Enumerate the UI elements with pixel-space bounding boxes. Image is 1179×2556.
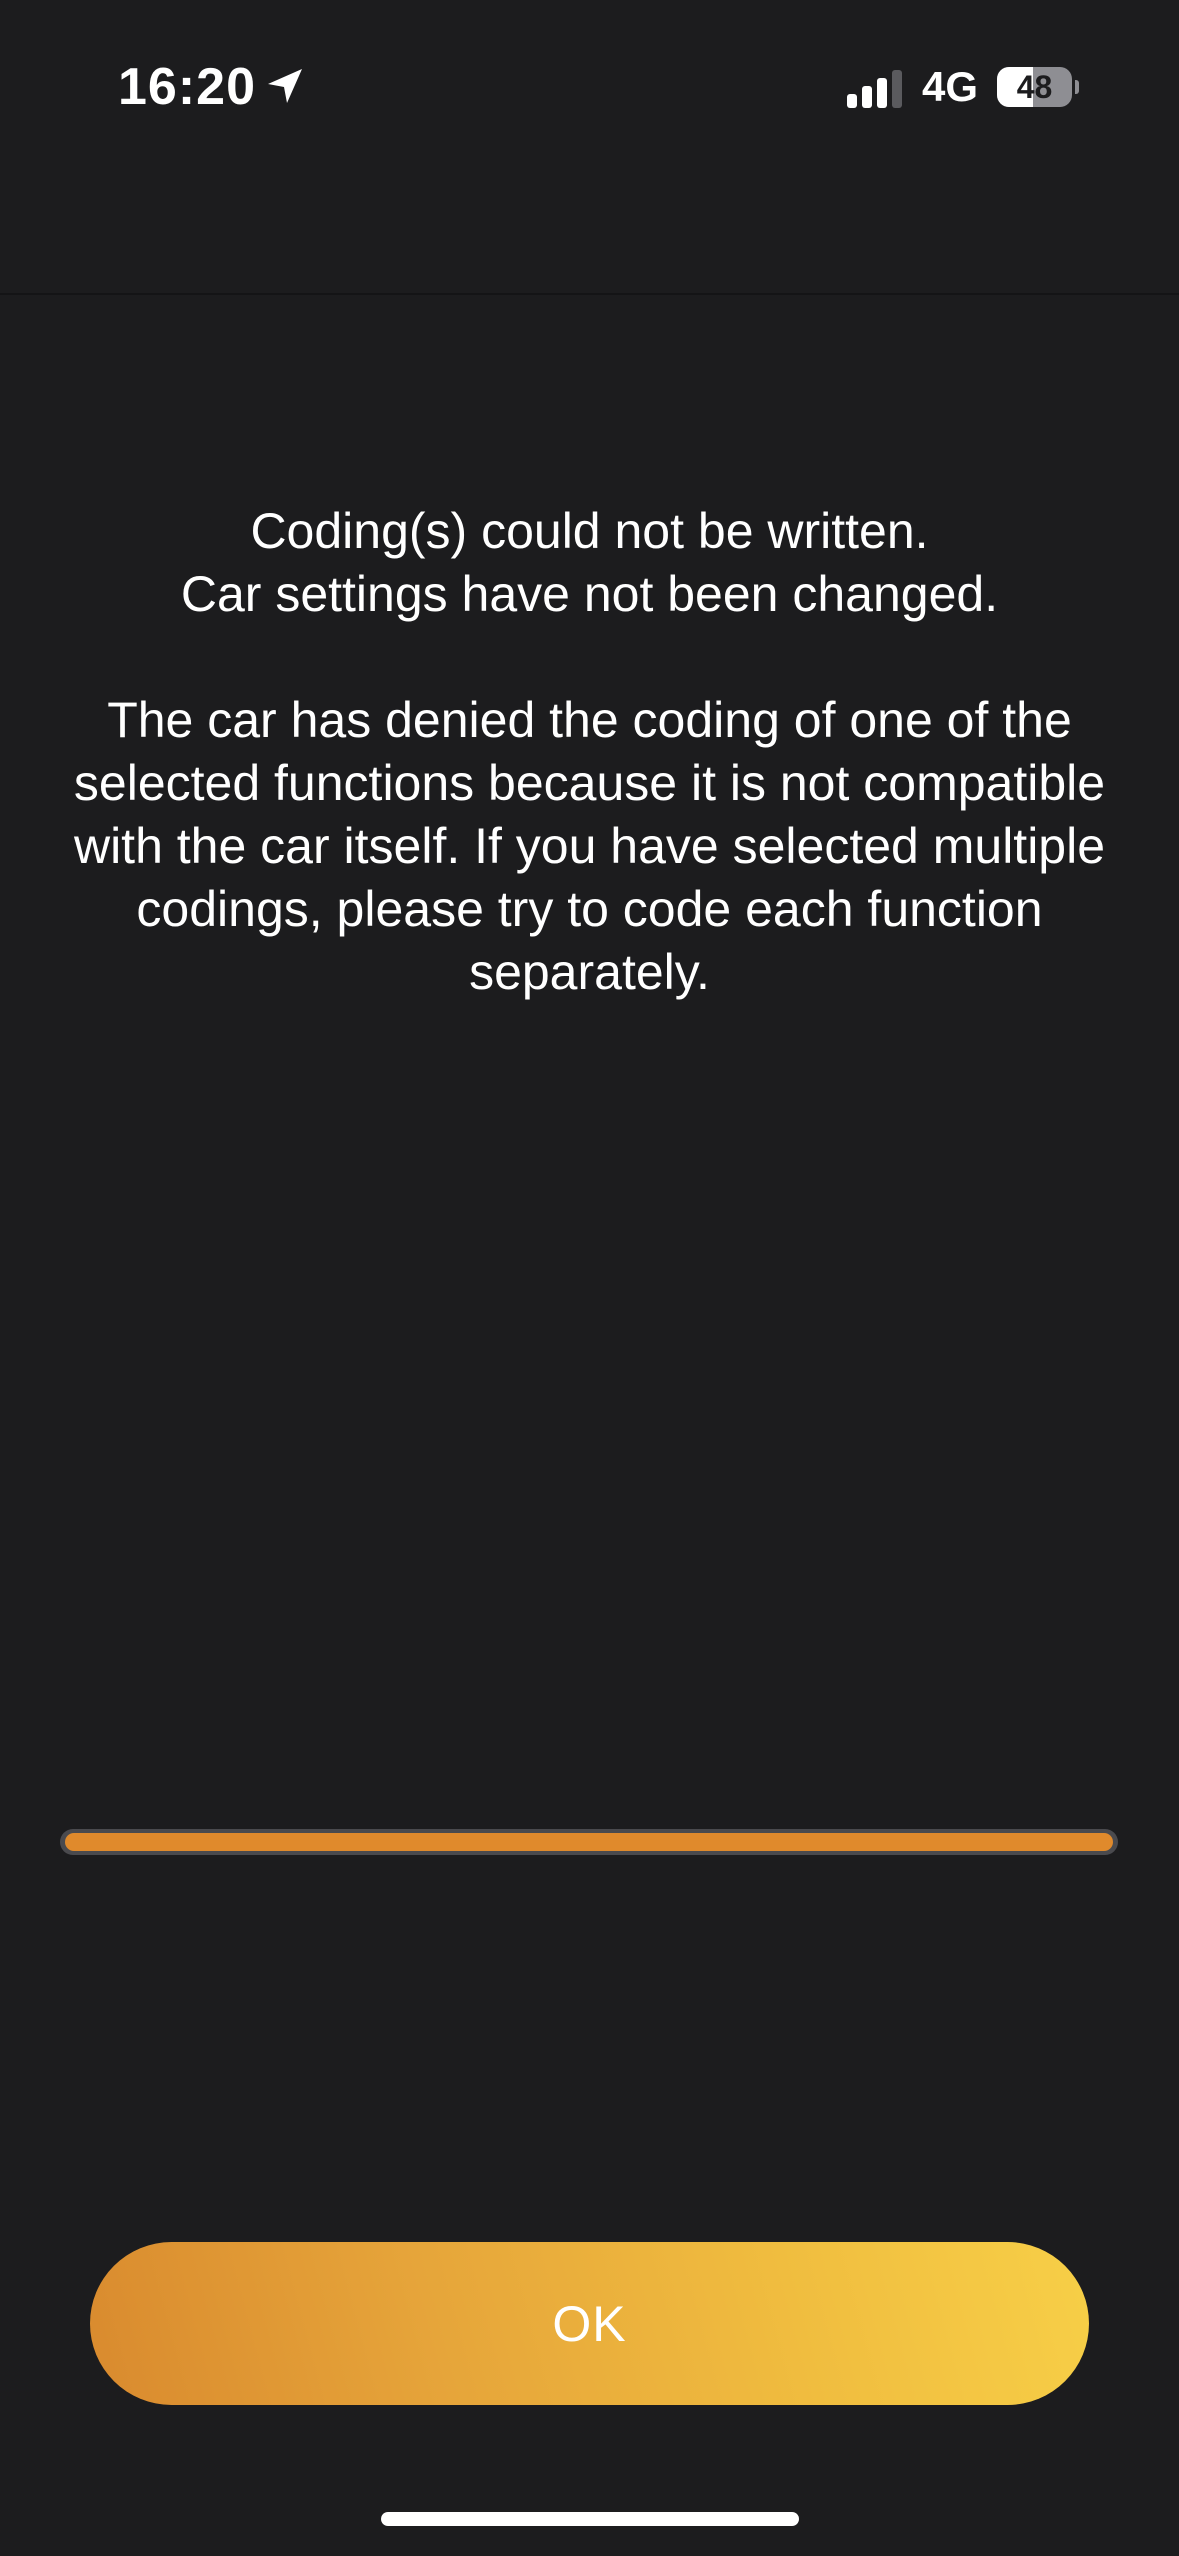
error-title-line-1: Coding(s) could not be written. <box>250 503 929 559</box>
location-arrow-icon <box>264 65 306 107</box>
battery-level: 48 <box>1016 69 1053 105</box>
network-type-label: 4G <box>922 63 979 110</box>
progress-bar <box>60 1829 1118 1855</box>
progress-bar-fill <box>65 1833 1113 1851</box>
cellular-signal-icon <box>845 68 905 108</box>
ok-button-label: OK <box>552 2295 627 2352</box>
ok-button[interactable]: OK <box>90 2242 1089 2405</box>
coding-error-screen: 16:20 4G 48 Coding(s) could not be writt… <box>0 0 1179 2556</box>
navigation-bar <box>0 175 1179 293</box>
status-time: 16:20 <box>118 58 256 116</box>
error-message: Coding(s) could not be written. Car sett… <box>60 500 1119 1004</box>
signal-bar <box>847 94 857 108</box>
home-indicator[interactable] <box>381 2512 799 2526</box>
error-title-line-2: Car settings have not been changed. <box>180 566 999 622</box>
signal-bar <box>862 86 872 108</box>
nav-divider <box>0 293 1179 295</box>
status-bar: 16:20 4G 48 <box>0 0 1179 175</box>
signal-bar <box>877 78 887 108</box>
battery-icon: 48 <box>997 67 1079 107</box>
error-description: The car has denied the coding of one of … <box>73 692 1106 1000</box>
signal-bar <box>892 70 902 108</box>
